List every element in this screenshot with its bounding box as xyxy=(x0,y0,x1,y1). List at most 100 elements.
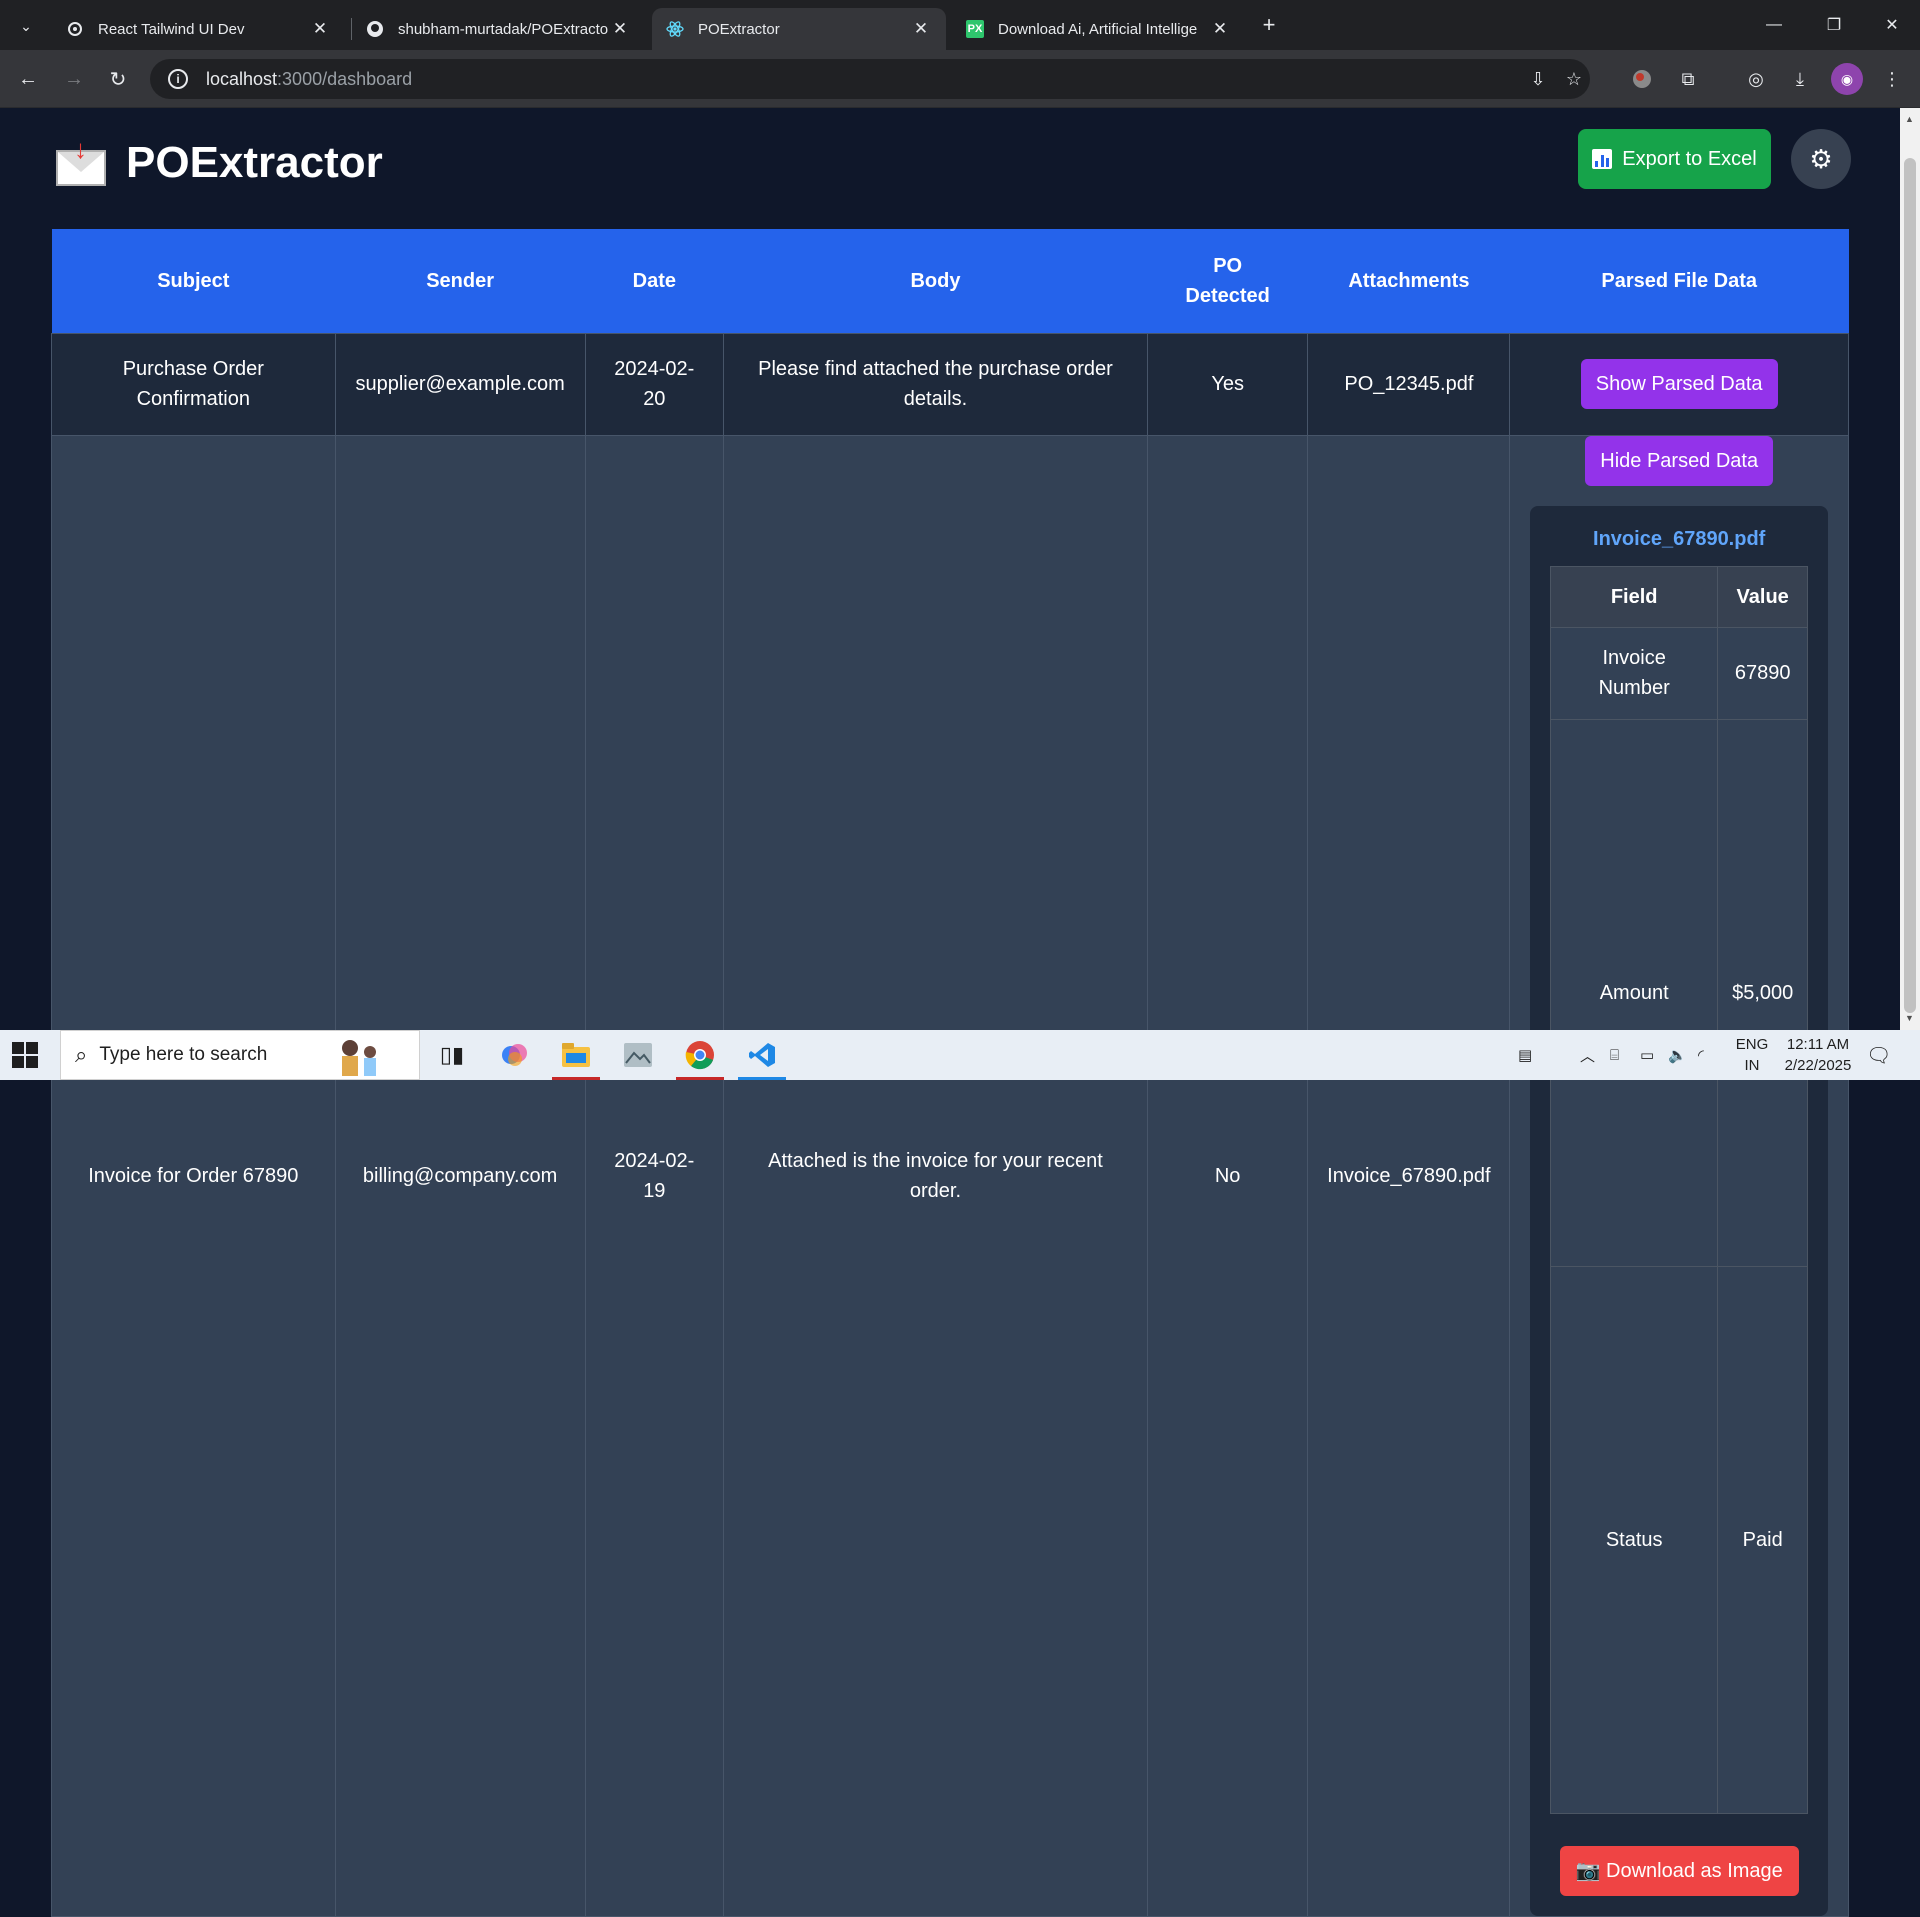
region-code: IN xyxy=(1744,1057,1760,1074)
battery-icon[interactable]: ▭ xyxy=(1640,1030,1654,1080)
react-icon xyxy=(666,20,684,38)
field-value: $5,000 xyxy=(1717,718,1809,1267)
pixabay-icon: PX xyxy=(966,20,984,38)
cell-date: 2024-02-20 xyxy=(584,332,725,436)
news-widget-icon[interactable]: ▤ xyxy=(1518,1030,1532,1080)
parsed-file-name: Invoice_67890.pdf xyxy=(1593,527,1766,550)
install-app-icon[interactable]: ⇩ xyxy=(1524,65,1552,93)
site-info-icon[interactable]: i xyxy=(168,69,188,89)
performance-icon[interactable]: ◎ xyxy=(1740,63,1772,95)
menu-kebab-icon[interactable]: ⋮ xyxy=(1876,63,1908,95)
extensions-puzzle-icon[interactable]: ⧉ xyxy=(1672,63,1704,95)
tab-title: React Tailwind UI Dev xyxy=(98,20,245,38)
close-tab-icon[interactable]: ✕ xyxy=(609,18,631,40)
search-highlight-icon[interactable] xyxy=(330,1034,386,1076)
dashboard-page: ↓ POExtractor Export to Excel ⚙ Subject … xyxy=(0,108,1900,1917)
field-value: 67890 xyxy=(1717,626,1809,720)
col-parsed-file-data: Parsed File Data xyxy=(1509,229,1849,333)
forward-icon[interactable]: → xyxy=(58,63,90,95)
download-label: Download as Image xyxy=(1606,1859,1783,1882)
export-to-excel-button[interactable]: Export to Excel xyxy=(1578,129,1771,189)
inbox-download-icon: ↓ xyxy=(56,134,106,186)
brand: ↓ POExtractor xyxy=(56,134,383,188)
app-title: POExtractor xyxy=(126,138,383,187)
parsed-data-panel: Invoice_67890.pdf Field Value Invoice Nu… xyxy=(1530,505,1829,1916)
download-as-image-button[interactable]: 📷 Download as Image xyxy=(1559,1845,1799,1896)
new-tab-icon[interactable]: + xyxy=(1254,10,1284,40)
hide-parsed-data-button[interactable]: Hide Parsed Data xyxy=(1585,435,1774,486)
cell-parsed-data: Hide Parsed Data Invoice_67890.pdf Field… xyxy=(1509,434,1849,1917)
col-sender: Sender xyxy=(335,229,586,333)
vscode-icon[interactable] xyxy=(734,1034,790,1080)
task-view-icon[interactable]: ▯▮ xyxy=(424,1034,480,1076)
minimize-icon[interactable]: — xyxy=(1746,0,1802,50)
table-row: Invoice for Order 67890 billing@company.… xyxy=(51,434,1849,1917)
col-subject: Subject xyxy=(51,229,336,333)
tab-search-button[interactable]: ⌄ xyxy=(10,10,42,42)
copilot-icon[interactable] xyxy=(486,1034,542,1076)
table-header-row: Subject Sender Date Body PO Detected Att… xyxy=(51,229,1849,333)
openai-icon xyxy=(66,20,84,38)
address-bar[interactable]: i localhost:3000/dashboard ⇩ ☆ xyxy=(150,59,1590,99)
notification-icon[interactable]: 🗨 xyxy=(1866,1030,1891,1080)
url-host: localhost xyxy=(206,68,278,89)
bookmark-star-icon[interactable]: ☆ xyxy=(1560,65,1588,93)
cell-date: 2024-02-19 xyxy=(584,434,725,1917)
tab-title: POExtractor xyxy=(698,20,780,38)
clock-time: 12:11 AM xyxy=(1786,1036,1850,1053)
extension-icon[interactable] xyxy=(1626,63,1658,95)
tab-github[interactable]: shubham-murtadak/POExtracto ✕ xyxy=(352,8,645,50)
field-name: Status xyxy=(1550,1265,1719,1814)
cell-body: Attached is the invoice for your recent … xyxy=(723,434,1148,1917)
tab-pixabay[interactable]: PX Download Ai, Artificial Intellige ✕ xyxy=(952,8,1245,50)
close-tab-icon[interactable]: ✕ xyxy=(1209,18,1231,40)
back-icon[interactable]: ← xyxy=(12,63,44,95)
field-name: Amount xyxy=(1550,718,1719,1267)
tab-title: Download Ai, Artificial Intellige xyxy=(998,20,1198,38)
volume-icon[interactable]: 🔈 xyxy=(1668,1030,1687,1080)
chrome-icon[interactable] xyxy=(672,1034,728,1080)
lang-code: ENG xyxy=(1735,1036,1769,1053)
col-body: Body xyxy=(723,229,1148,333)
url-path: :3000/dashboard xyxy=(277,68,413,89)
input-language[interactable]: ENG IN xyxy=(1732,1034,1772,1076)
photos-app-icon[interactable] xyxy=(610,1034,666,1076)
page-scrollbar[interactable]: ▲ ▼ xyxy=(1900,108,1920,1030)
close-window-icon[interactable]: ✕ xyxy=(1864,0,1920,50)
reload-icon[interactable]: ↻ xyxy=(102,63,134,95)
settings-gear-icon[interactable]: ⚙ xyxy=(1791,129,1851,189)
meet-icon[interactable]: ⌸ xyxy=(1610,1030,1619,1080)
bar-chart-icon xyxy=(1592,149,1613,169)
system-clock[interactable]: 12:11 AM 2/22/2025 xyxy=(1778,1034,1858,1076)
cell-subject: Purchase Order Confirmation xyxy=(51,332,336,436)
show-hidden-icons[interactable]: ︿ xyxy=(1580,1030,1595,1080)
tab-poextractor[interactable]: POExtractor ✕ xyxy=(652,8,946,50)
wifi-icon[interactable]: ◜ xyxy=(1698,1030,1704,1080)
scrollbar-thumb[interactable] xyxy=(1904,158,1916,1013)
col-value: Value xyxy=(1717,565,1809,628)
close-tab-icon[interactable]: ✕ xyxy=(309,18,331,40)
cell-body: Please find attached the purchase order … xyxy=(723,332,1148,436)
close-tab-icon[interactable]: ✕ xyxy=(910,18,932,40)
col-po-detected: PO Detected xyxy=(1147,229,1308,333)
col-field: Field xyxy=(1550,565,1719,628)
cell-attachments: Invoice_67890.pdf xyxy=(1307,434,1511,1917)
cell-subject: Invoice for Order 67890 xyxy=(51,434,336,1917)
search-icon: ⌕ xyxy=(75,1042,88,1067)
windows-start-icon[interactable] xyxy=(12,1042,38,1068)
scroll-up-icon[interactable]: ▲ xyxy=(1905,114,1914,124)
tab-react-tailwind[interactable]: React Tailwind UI Dev ✕ xyxy=(52,8,345,50)
scroll-down-icon[interactable]: ▼ xyxy=(1905,1013,1914,1023)
cell-parsed-data: Show Parsed Data xyxy=(1509,332,1849,436)
parsed-fields-table: Field Value Invoice Number 67890 Amount … xyxy=(1550,565,1809,1814)
downloads-icon[interactable]: ⤓ xyxy=(1784,63,1816,95)
tab-title: shubham-murtadak/POExtracto xyxy=(398,20,609,38)
restore-icon[interactable]: ❐ xyxy=(1806,0,1862,50)
table-row: Purchase Order Confirmation supplier@exa… xyxy=(51,332,1849,436)
table-row: Amount $5,000 xyxy=(1550,718,1809,1267)
show-parsed-data-button[interactable]: Show Parsed Data xyxy=(1580,359,1778,409)
file-explorer-icon[interactable] xyxy=(548,1034,604,1080)
col-attachments: Attachments xyxy=(1307,229,1510,333)
table-row: Invoice Number 67890 xyxy=(1550,626,1809,720)
profile-avatar[interactable]: ◉ xyxy=(1831,63,1863,95)
